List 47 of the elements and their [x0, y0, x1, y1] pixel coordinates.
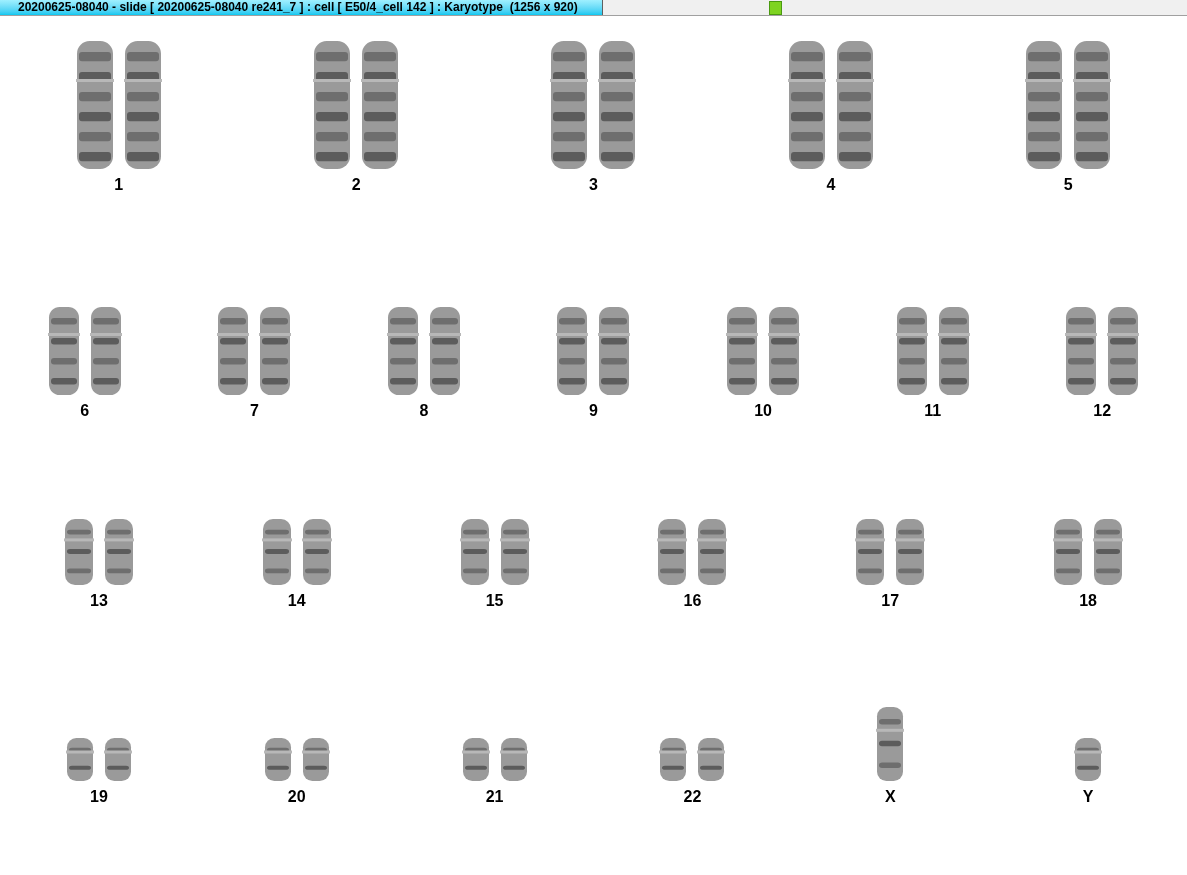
chromosome-label: 19	[90, 788, 108, 806]
chromosome-label: 7	[249, 402, 259, 420]
chromosome-label: 1	[114, 176, 124, 194]
chromosome-label: 12	[1093, 402, 1112, 420]
chromosome-label: 15	[485, 592, 504, 610]
chromosome-label: 11	[924, 402, 942, 420]
chromosome-image	[697, 518, 728, 586]
chromosome-image	[459, 518, 490, 586]
chromosome-image	[63, 518, 94, 586]
chromosome-label: 5	[1063, 176, 1073, 194]
chromosome-label: 17	[881, 592, 900, 610]
chromosome-image	[499, 737, 528, 782]
window-title: 20200625-08040 - slide [ 20200625-08040 re241_7 ] : cell [ E50/4_cell 142 ] : Karyotype (1256 x 920)	[0, 0, 603, 15]
chromosome-image	[103, 518, 134, 586]
chromosome-image	[855, 518, 886, 586]
chromosome-label: 8	[419, 402, 429, 420]
chromosome-image	[1074, 737, 1103, 782]
chromosome-image	[697, 737, 726, 782]
chromosome-image	[657, 518, 688, 586]
chromosome-label: 13	[90, 592, 108, 610]
chromosome-image	[261, 518, 292, 586]
chromosome-label: 16	[683, 592, 702, 610]
chromosome-image	[301, 518, 332, 586]
chromosome-label: 20	[287, 788, 306, 806]
chromosome-image	[301, 737, 330, 782]
chromosome-label: 21	[485, 788, 504, 806]
chromosome-label: X	[884, 788, 896, 806]
chromosome-image	[1053, 518, 1084, 586]
chromosome-image	[263, 737, 292, 782]
chromosome-image	[895, 518, 926, 586]
chromosome-label: 10	[754, 402, 772, 420]
chromosome-image	[103, 737, 132, 782]
chromosome-image	[499, 518, 530, 586]
chromosome-label: 14	[287, 592, 306, 610]
chromosome-label: 9	[589, 402, 598, 420]
chromosome-image	[65, 737, 94, 782]
chromosome-label: 6	[80, 402, 90, 420]
chromosome-image	[659, 737, 688, 782]
chromosome-label: 18	[1079, 592, 1097, 610]
chromosome-image	[461, 737, 490, 782]
chromosome-label: Y	[1082, 788, 1094, 806]
chromosome-label: 22	[683, 788, 702, 806]
status-indicator-icon	[769, 0, 782, 15]
chromosome-label: 2	[351, 176, 361, 194]
chromosome-label: 4	[826, 176, 836, 194]
chromosome-image	[1093, 518, 1124, 586]
chromosome-label: 3	[589, 176, 598, 194]
